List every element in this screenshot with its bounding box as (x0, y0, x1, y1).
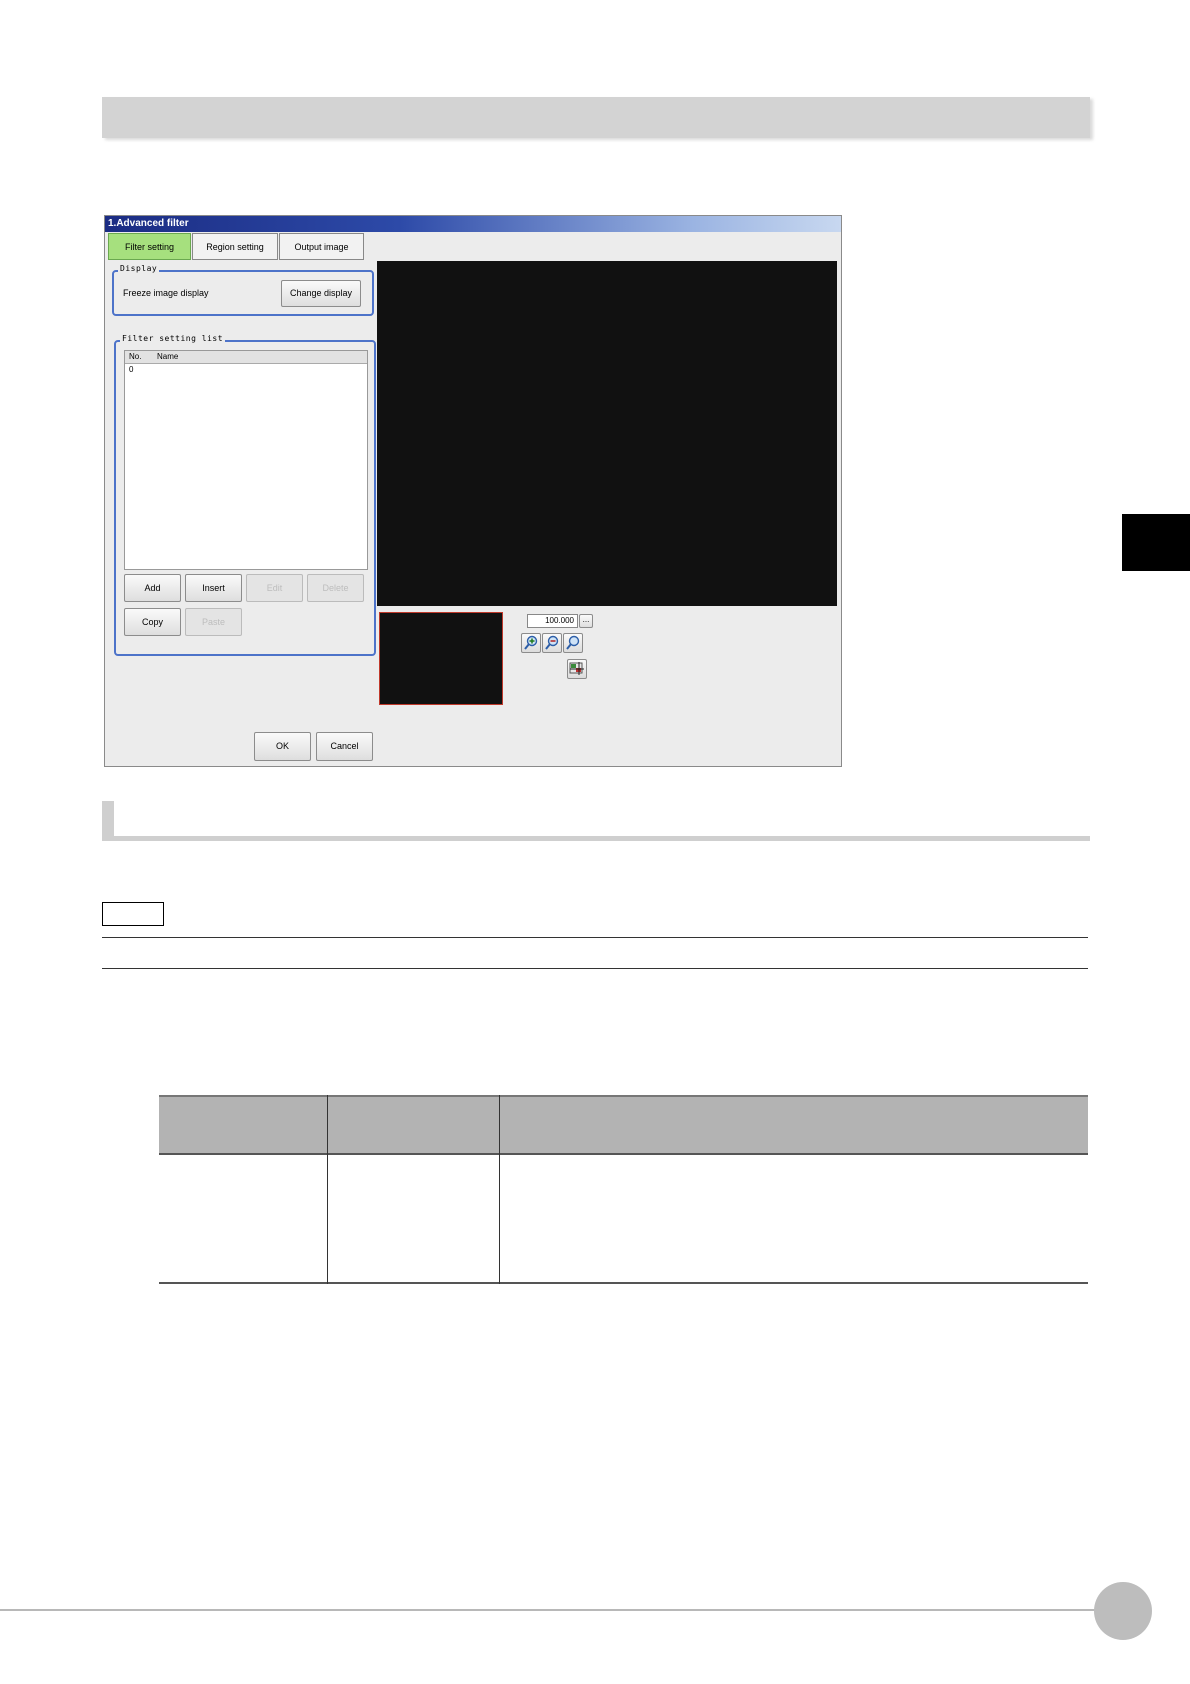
main-image-view[interactable] (377, 261, 837, 606)
paste-button[interactable]: Paste (185, 608, 242, 636)
zoom-out-button[interactable] (542, 633, 562, 653)
note-label-box (102, 902, 164, 926)
tab-filter-setting[interactable]: Filter setting (108, 233, 191, 260)
copy-button[interactable]: Copy (124, 608, 181, 636)
table-bottom-border (159, 1282, 1088, 1284)
list-item-no: 0 (129, 365, 134, 374)
delete-button[interactable]: Delete (307, 574, 364, 602)
filter-list-legend: Filter setting list (120, 334, 226, 343)
list-item[interactable]: 0 (125, 364, 367, 376)
table-header-divider (159, 1153, 1088, 1155)
insert-button[interactable]: Insert (185, 574, 242, 602)
tab-output-image[interactable]: Output image (279, 233, 364, 260)
table-header-row (159, 1095, 1088, 1153)
zoom-in-button[interactable] (521, 633, 541, 653)
settings-table (159, 1095, 1088, 1284)
ok-button[interactable]: OK (254, 732, 311, 761)
page-number-badge (1094, 1582, 1152, 1640)
table-column-divider (499, 1095, 500, 1284)
display-settings-icon (569, 662, 584, 675)
tab-region-setting[interactable]: Region setting (192, 233, 278, 260)
table-column-divider (327, 1095, 328, 1284)
footer-rule (0, 1609, 1100, 1611)
display-group-legend: Display (118, 264, 160, 273)
chapter-side-tab (1122, 514, 1190, 571)
filter-list-header: No. Name (125, 351, 367, 364)
section-heading-bar (102, 97, 1090, 138)
cancel-button[interactable]: Cancel (316, 732, 373, 761)
window-title: 1.Advanced filter (105, 216, 841, 232)
display-settings-button[interactable] (567, 659, 587, 679)
zoom-in-icon (524, 635, 538, 650)
add-button[interactable]: Add (124, 574, 181, 602)
zoom-more-button[interactable]: ... (579, 614, 593, 628)
zoom-fit-button[interactable] (563, 633, 583, 653)
subsection-heading-bar (102, 801, 1090, 841)
column-header-name: Name (157, 352, 179, 361)
zoom-fit-icon (566, 635, 580, 650)
column-header-no: No. (129, 352, 142, 361)
display-group: Display Freeze image display Change disp… (112, 264, 374, 316)
filter-list[interactable]: No. Name 0 (124, 350, 368, 570)
filter-setting-list-group: Filter setting list No. Name 0 Add Inser… (114, 334, 376, 656)
navigator-thumbnail[interactable] (379, 612, 503, 705)
note-bottom-rule (102, 968, 1088, 969)
change-display-button[interactable]: Change display (281, 280, 361, 307)
zoom-value-field[interactable]: 100.000 (527, 614, 578, 628)
advanced-filter-window: 1.Advanced filter Filter setting Region … (104, 215, 842, 767)
display-status-text: Freeze image display (123, 288, 209, 298)
zoom-out-icon (545, 635, 559, 650)
edit-button[interactable]: Edit (246, 574, 303, 602)
note-top-rule (102, 937, 1088, 938)
